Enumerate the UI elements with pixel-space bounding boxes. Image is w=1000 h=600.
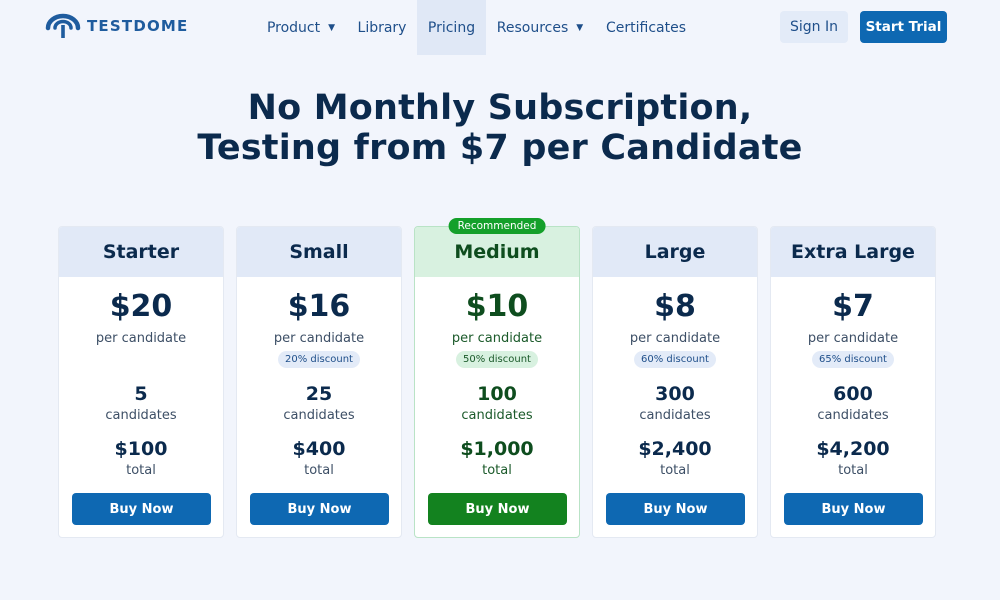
- page-title: No Monthly Subscription, Testing from $7…: [0, 88, 1000, 168]
- plan-candidate-label: candidates: [817, 408, 889, 423]
- pricing-card-medium: Recommended Medium $10 per candidate 50%…: [414, 218, 580, 538]
- discount-badge: 60% discount: [634, 351, 716, 368]
- plan-total-label: total: [126, 463, 156, 478]
- plan-candidate-label: candidates: [283, 408, 355, 423]
- buy-now-button[interactable]: Buy Now: [250, 493, 389, 525]
- top-navigation: TESTDOME Product ▼ Library Pricing Resou…: [0, 0, 1000, 55]
- plan-candidate-count: 100: [477, 383, 517, 405]
- plan-name: Extra Large: [771, 227, 935, 277]
- start-trial-button[interactable]: Start Trial: [860, 11, 947, 43]
- plan-name: Large: [593, 227, 757, 277]
- recommended-badge: Recommended: [448, 218, 546, 234]
- nav-item-label: Product: [266, 19, 321, 36]
- nav-item-label: Library: [357, 19, 407, 36]
- nav-item-label: Resources: [496, 19, 569, 36]
- plan-candidate-count: 5: [134, 383, 148, 405]
- plan-price: $10: [465, 289, 529, 324]
- nav-item-resources[interactable]: Resources ▼: [490, 0, 590, 55]
- plan-price-unit: per candidate: [273, 331, 365, 346]
- plan-total-label: total: [660, 463, 690, 478]
- plan-candidate-count: 25: [305, 383, 333, 405]
- pricing-card-large: Large $8 per candidate 60% discount 300 …: [592, 226, 758, 538]
- plan-name: Starter: [59, 227, 223, 277]
- plan-total-label: total: [838, 463, 868, 478]
- plan-price-unit: per candidate: [629, 331, 721, 346]
- plan-total-label: total: [304, 463, 334, 478]
- plan-candidate-count: 600: [833, 383, 873, 405]
- plan-total: $100: [114, 438, 168, 460]
- plan-candidate-count: 300: [655, 383, 695, 405]
- plan-candidate-label: candidates: [461, 408, 533, 423]
- plan-total: $4,200: [816, 438, 890, 460]
- plan-total: $1,000: [460, 438, 534, 460]
- nav-item-label: Certificates: [605, 19, 686, 36]
- discount-badge: 65% discount: [812, 351, 894, 368]
- sign-in-button[interactable]: Sign In: [780, 11, 848, 43]
- plan-price: $16: [287, 289, 351, 324]
- plan-candidate-label: candidates: [105, 408, 177, 423]
- pricing-card-small: Small $16 per candidate 20% discount 25 …: [236, 226, 402, 538]
- nav-item-library[interactable]: Library: [352, 0, 412, 55]
- plan-total: $400: [292, 438, 346, 460]
- buy-now-button[interactable]: Buy Now: [606, 493, 745, 525]
- nav-item-product[interactable]: Product ▼: [258, 0, 344, 55]
- plan-name: Medium: [415, 227, 579, 277]
- buy-now-button[interactable]: Buy Now: [72, 493, 211, 525]
- chevron-down-icon: ▼: [328, 22, 336, 33]
- plan-candidate-label: candidates: [639, 408, 711, 423]
- plan-price: $7: [832, 289, 874, 324]
- buy-now-button[interactable]: Buy Now: [784, 493, 923, 525]
- plan-price: $20: [109, 289, 173, 324]
- plan-price: $8: [654, 289, 696, 324]
- page-title-line1: No Monthly Subscription,: [247, 88, 753, 128]
- discount-badge: 20% discount: [278, 351, 360, 368]
- pricing-card-starter: Starter $20 per candidate 5 candidates $…: [58, 226, 224, 538]
- chevron-down-icon: ▼: [576, 22, 584, 33]
- plan-price-unit: per candidate: [451, 331, 543, 346]
- brand-logo[interactable]: TESTDOME: [45, 12, 189, 40]
- pricing-card-extra-large: Extra Large $7 per candidate 65% discoun…: [770, 226, 936, 538]
- testdome-logo-icon: [45, 13, 81, 38]
- brand-name: TESTDOME: [87, 17, 189, 35]
- plan-price-unit: per candidate: [807, 331, 899, 346]
- plan-total-label: total: [482, 463, 512, 478]
- nav-item-pricing[interactable]: Pricing: [417, 0, 486, 55]
- nav-item-certificates[interactable]: Certificates: [600, 0, 692, 55]
- buy-now-button[interactable]: Buy Now: [428, 493, 567, 525]
- discount-badge: 50% discount: [456, 351, 538, 368]
- page-title-line2: Testing from $7 per Candidate: [197, 128, 803, 168]
- nav-item-label: Pricing: [427, 19, 476, 36]
- plan-name: Small: [237, 227, 401, 277]
- plan-total: $2,400: [638, 438, 712, 460]
- plan-price-unit: per candidate: [95, 331, 187, 346]
